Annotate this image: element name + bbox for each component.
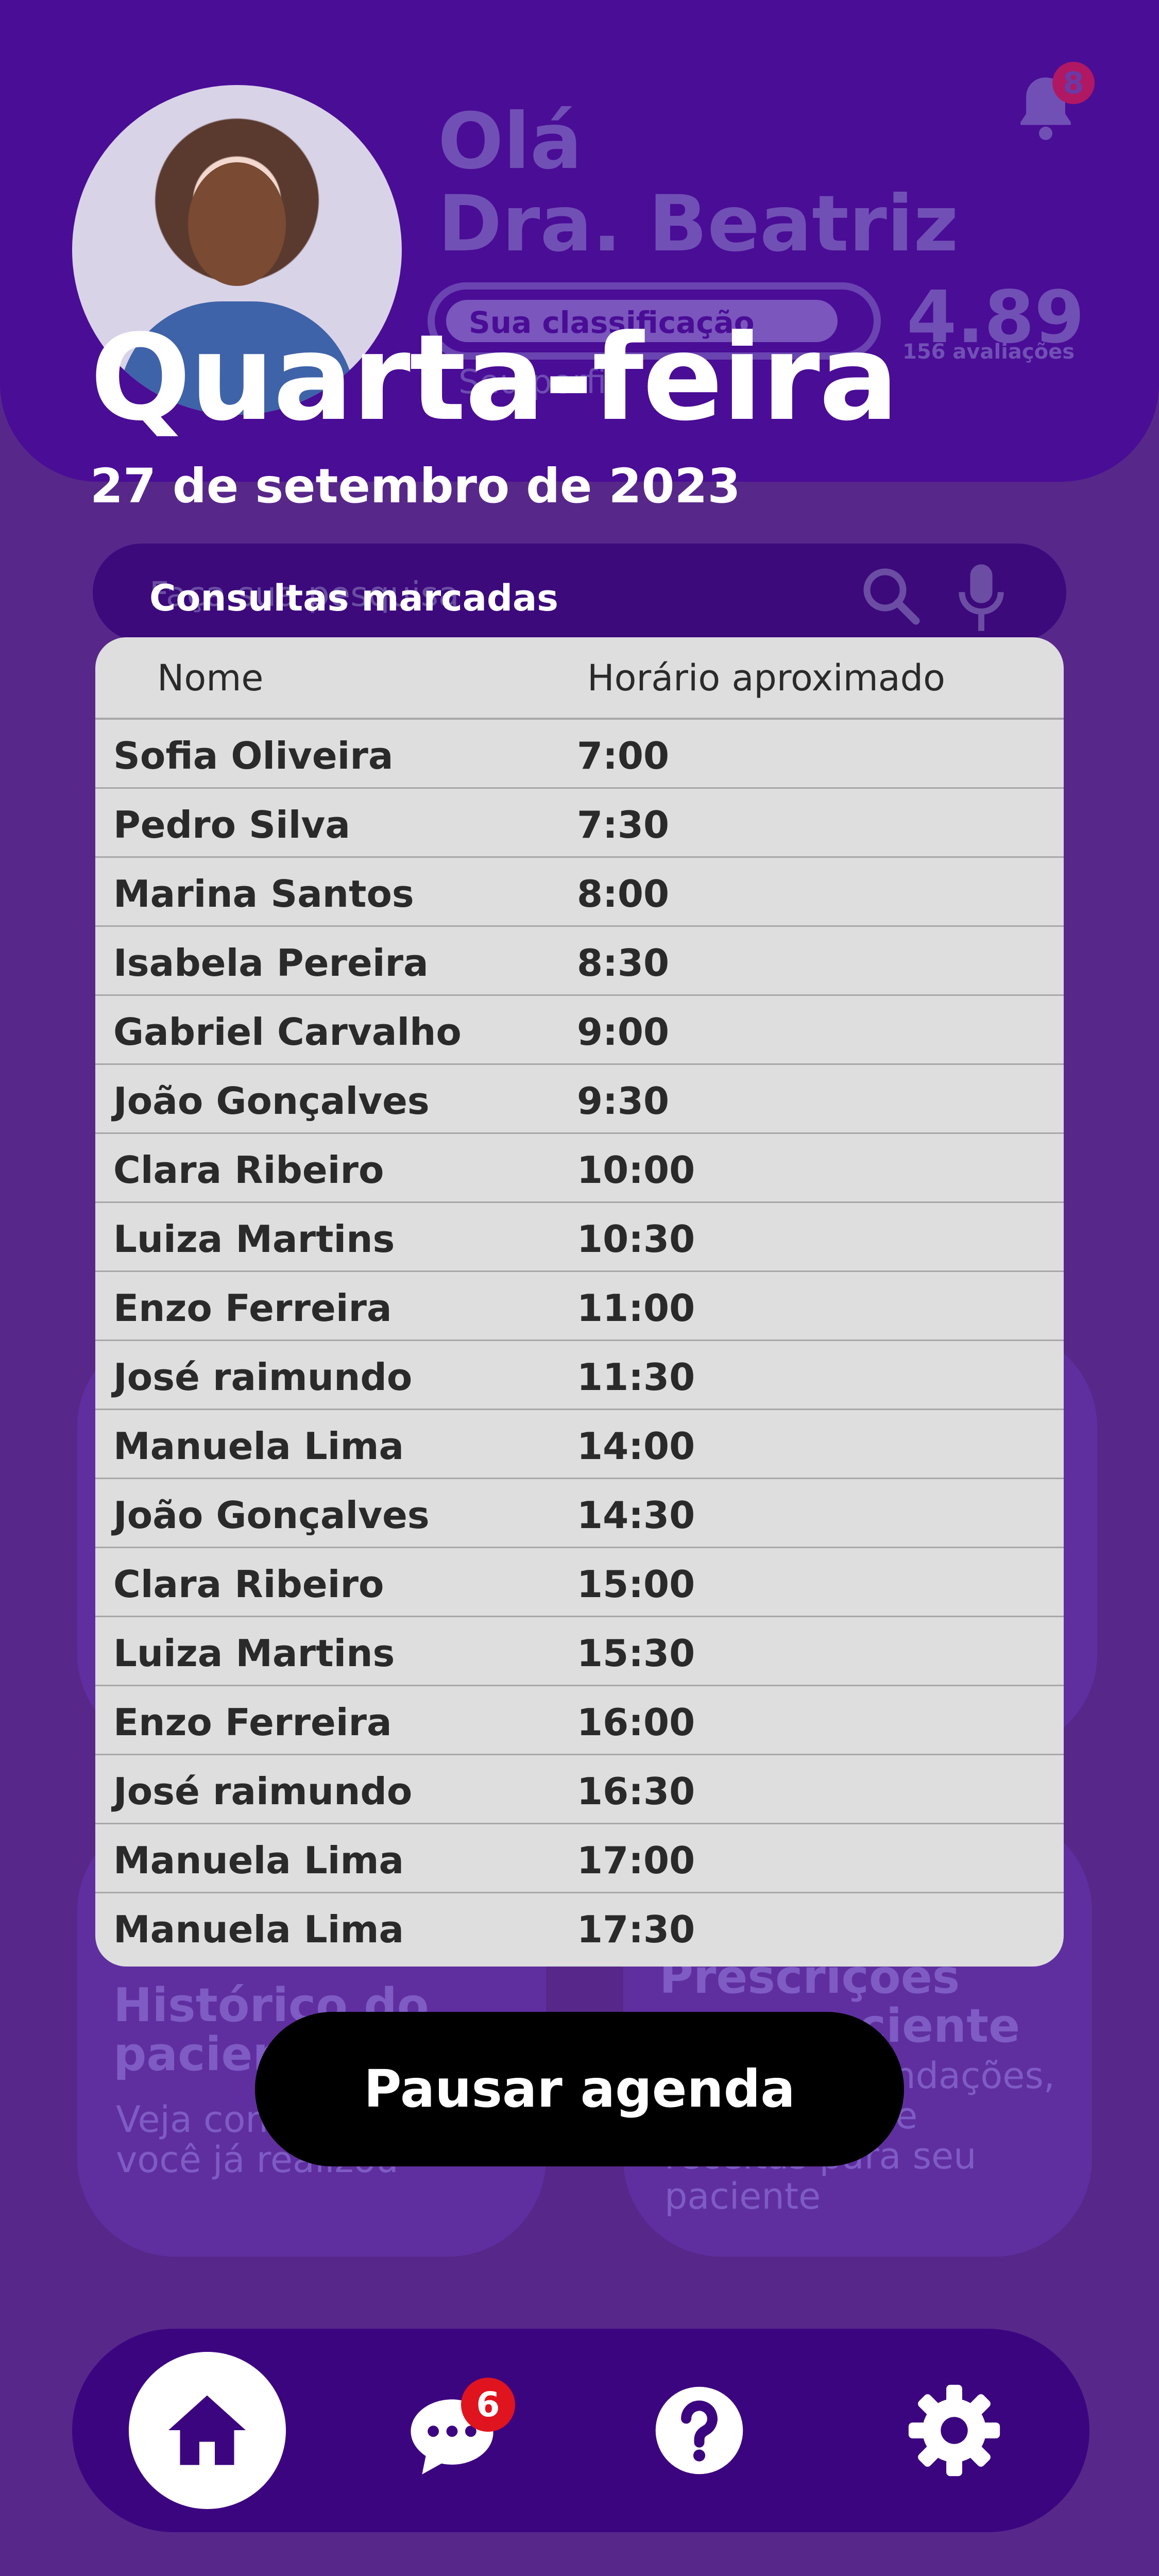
appointment-time: 8:00 (577, 872, 670, 916)
table-row[interactable]: José raimundo 16:30 (95, 1755, 1064, 1824)
appointment-time: 7:30 (577, 803, 670, 846)
patient-name: José raimundo (113, 1770, 413, 1813)
appointment-time: 16:30 (577, 1770, 695, 1813)
appointment-time: 9:30 (577, 1079, 670, 1123)
home-icon (168, 2395, 246, 2465)
appointment-time: 15:00 (577, 1563, 695, 1606)
table-row[interactable]: Gabriel Carvalho 9:00 (95, 996, 1064, 1065)
table-body: Sofia Oliveira 7:00 Pedro Silva 7:30 Marina … (95, 720, 1064, 1962)
appointment-time: 8:30 (577, 941, 670, 985)
patient-name: Gabriel Carvalho (113, 1010, 462, 1054)
avatar-face (188, 162, 286, 286)
table-row[interactable]: Sofia Oliveira 7:00 (95, 720, 1064, 789)
pause-schedule-button[interactable]: Pausar agenda (255, 2012, 904, 2166)
appointment-time: 7:00 (577, 734, 670, 777)
mic-icon[interactable] (953, 562, 1010, 634)
patient-name: Clara Ribeiro (113, 1563, 384, 1606)
settings-icon[interactable] (907, 2383, 1002, 2478)
table-row[interactable]: Manuela Lima 17:30 (95, 1893, 1064, 1962)
patient-name: Luiza Martins (113, 1217, 395, 1261)
patient-name: José raimundo (113, 1355, 413, 1399)
patient-name: João Gonçalves (113, 1494, 430, 1537)
table-row[interactable]: José raimundo 11:30 (95, 1341, 1064, 1410)
section-label: Consultas marcadas (149, 577, 558, 619)
table-row[interactable]: Luiza Martins 10:30 (95, 1203, 1064, 1272)
table-row[interactable]: João Gonçalves 14:30 (95, 1479, 1064, 1548)
patient-name: Enzo Ferreira (113, 1286, 392, 1330)
patient-name: Manuela Lima (113, 1908, 404, 1951)
column-header-time: Horário aproximado (587, 657, 945, 699)
table-row[interactable]: Pedro Silva 7:30 (95, 789, 1064, 858)
table-row[interactable]: Clara Ribeiro 15:00 (95, 1548, 1064, 1617)
table-row[interactable]: Clara Ribeiro 10:00 (95, 1134, 1064, 1203)
patient-name: Sofia Oliveira (113, 734, 394, 777)
table-row[interactable]: Enzo Ferreira 11:00 (95, 1272, 1064, 1341)
patient-name: Clara Ribeiro (113, 1148, 384, 1192)
patient-name: Marina Santos (113, 872, 414, 916)
day-title: Quarta-feira (90, 310, 899, 447)
table-row[interactable]: Marina Santos 8:00 (95, 858, 1064, 927)
appointments-table: Nome Horário aproximado Sofia Oliveira 7:… (95, 637, 1064, 1967)
table-row[interactable]: Enzo Ferreira 16:00 (95, 1686, 1064, 1755)
patient-name: Isabela Pereira (113, 941, 429, 985)
patient-name: Manuela Lima (113, 1425, 404, 1468)
chat-badge: 6 (461, 2378, 515, 2432)
table-row[interactable]: Manuela Lima 14:00 (95, 1410, 1064, 1479)
greeting: Olá Dra. Beatriz (438, 100, 959, 265)
nav-home-button[interactable] (129, 2352, 286, 2509)
table-row[interactable]: Manuela Lima 17:00 (95, 1824, 1064, 1893)
appointment-time: 11:30 (577, 1355, 695, 1399)
patient-name: Luiza Martins (113, 1632, 395, 1675)
table-header: Nome Horário aproximado (95, 637, 1064, 720)
help-icon[interactable] (652, 2383, 747, 2478)
patient-name: Manuela Lima (113, 1839, 404, 1882)
appointment-time: 9:00 (577, 1010, 670, 1054)
patient-name: João Gonçalves (113, 1079, 430, 1123)
table-row[interactable]: João Gonçalves 9:30 (95, 1065, 1064, 1134)
date-line: 27 de setembro de 2023 (90, 459, 741, 514)
appointment-time: 14:30 (577, 1494, 695, 1537)
appointment-time: 17:30 (577, 1908, 695, 1951)
appointment-time: 10:30 (577, 1217, 695, 1261)
appointment-time: 15:30 (577, 1632, 695, 1675)
appointment-time: 17:00 (577, 1839, 695, 1882)
patient-name: Enzo Ferreira (113, 1701, 392, 1744)
notification-badge: 8 (1052, 62, 1095, 104)
appointment-time: 14:00 (577, 1425, 695, 1468)
appointment-time: 11:00 (577, 1286, 695, 1330)
column-header-name: Nome (157, 657, 264, 699)
table-row[interactable]: Isabela Pereira 8:30 (95, 927, 1064, 996)
appointment-time: 16:00 (577, 1701, 695, 1744)
greeting-line-2: Dra. Beatriz (438, 179, 959, 269)
reviews-count: 156 avaliações (902, 340, 1075, 364)
search-icon[interactable] (859, 564, 921, 626)
appointment-time: 10:00 (577, 1148, 695, 1192)
greeting-line-1: Olá (438, 97, 583, 187)
patient-name: Pedro Silva (113, 803, 350, 846)
table-row[interactable]: Luiza Martins 15:30 (95, 1617, 1064, 1686)
